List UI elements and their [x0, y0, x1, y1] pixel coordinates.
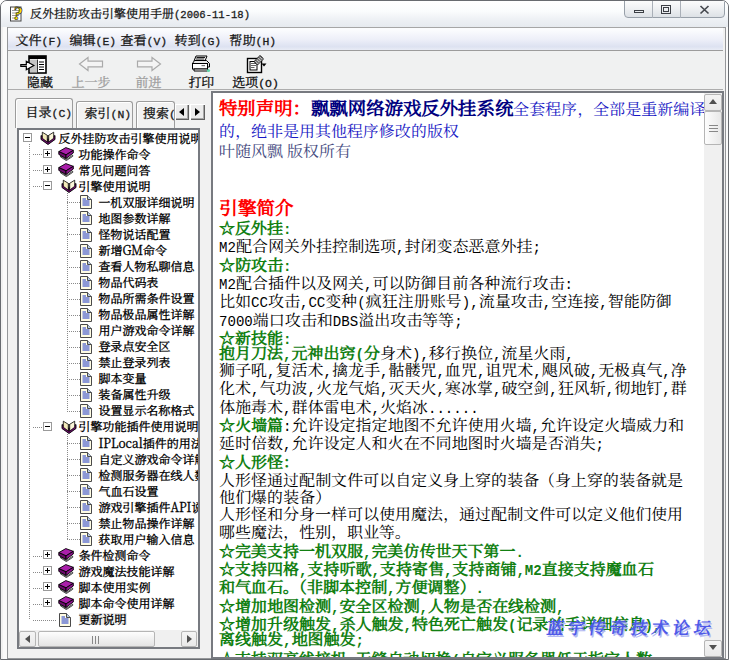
svg-text:?: ?: [11, 4, 24, 23]
